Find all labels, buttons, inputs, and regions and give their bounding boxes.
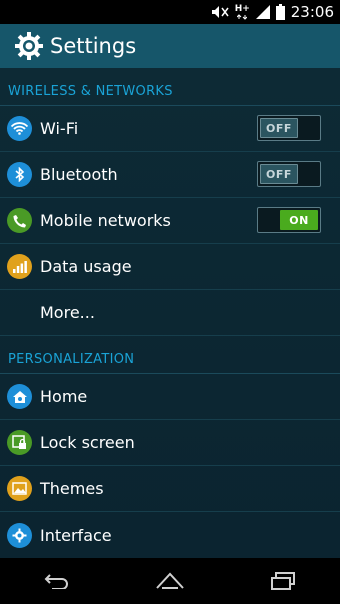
settings-item-label: Wi-Fi [40,119,79,138]
settings-item-label: Bluetooth [40,165,118,184]
wifi-toggle[interactable]: OFF [257,115,321,141]
recents-icon [270,572,296,590]
interface-icon [7,522,32,548]
gear-icon[interactable] [14,31,44,61]
settings-item-label: Data usage [40,257,132,276]
network-type: H+ [234,3,250,14]
toggle-state: OFF [260,164,298,184]
home-icon [7,384,32,409]
settings-item-mobile-networks[interactable]: Mobile networks ON [0,198,340,244]
status-time: 23:06 [290,3,334,21]
toggle-state: ON [280,210,318,230]
phone-icon [7,208,32,233]
signal-icon [255,5,270,19]
settings-item-wifi[interactable]: Wi-Fi OFF [0,106,340,152]
battery-icon [275,4,285,20]
settings-item-label: Interface [40,525,112,545]
settings-item-more[interactable]: More... [0,290,340,336]
home-nav-icon [155,572,185,590]
section-header-wireless: WIRELESS & NETWORKS [0,68,340,106]
lock-screen-icon [7,430,32,455]
settings-item-label: Mobile networks [40,211,171,230]
settings-item-label: Themes [40,479,104,498]
settings-item-interface[interactable]: Interface [0,512,340,558]
bluetooth-icon [7,162,32,187]
settings-item-label: Home [40,387,88,406]
navigation-bar [0,558,340,604]
settings-item-lock-screen[interactable]: Lock screen [0,420,340,466]
status-bar: H+ 23:06 [0,0,340,24]
page-title: Settings [50,34,137,58]
home-nav-button[interactable] [140,561,200,601]
settings-item-label: Lock screen [40,433,135,452]
themes-icon [7,476,32,501]
settings-list: WIRELESS & NETWORKS Wi-Fi OFF Bluetooth … [0,68,340,558]
settings-item-themes[interactable]: Themes [0,466,340,512]
hplus-icon: H+ [234,3,250,20]
recents-button[interactable] [253,561,313,601]
toggle-state: OFF [260,118,298,138]
section-header-personalization: PERSONALIZATION [0,336,340,374]
back-icon [44,573,70,589]
settings-item-bluetooth[interactable]: Bluetooth OFF [0,152,340,198]
data-usage-icon [7,254,32,279]
settings-item-data-usage[interactable]: Data usage [0,244,340,290]
settings-item-home[interactable]: Home [0,374,340,420]
mobile-networks-toggle[interactable]: ON [257,207,321,233]
bluetooth-toggle[interactable]: OFF [257,161,321,187]
back-button[interactable] [27,561,87,601]
settings-item-label: More... [40,303,95,322]
wifi-icon [7,116,32,141]
mute-icon [211,5,229,19]
app-bar: Settings [0,24,340,68]
